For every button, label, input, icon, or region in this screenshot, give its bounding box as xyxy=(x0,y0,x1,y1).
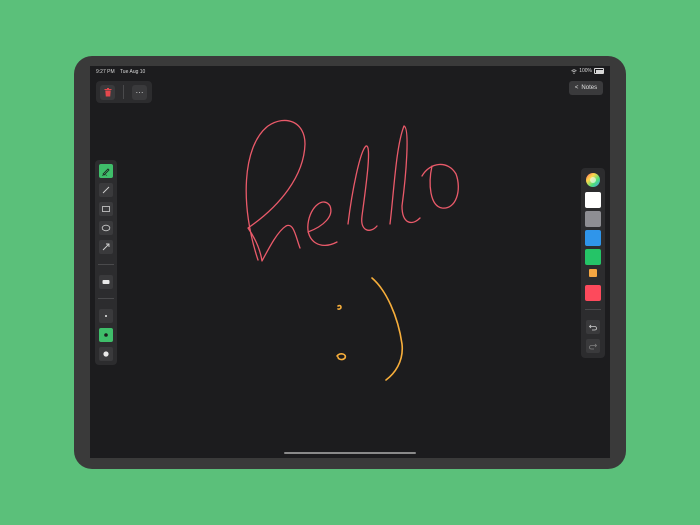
color-swatch-green[interactable] xyxy=(585,249,601,265)
arrow-tool[interactable] xyxy=(99,240,113,254)
color-wheel-icon[interactable] xyxy=(585,172,601,188)
stroke-h xyxy=(245,119,306,262)
drawing-strokes xyxy=(245,119,459,381)
dot-large-icon xyxy=(103,351,109,357)
color-swatch-gray[interactable] xyxy=(585,211,601,227)
stroke-l1 xyxy=(347,145,378,231)
pen-icon xyxy=(101,168,110,176)
size-large[interactable] xyxy=(99,347,113,361)
stroke-l2 xyxy=(389,125,421,225)
line-icon xyxy=(102,186,110,194)
tools-toolbar xyxy=(95,160,117,365)
dot-small-icon xyxy=(105,315,107,317)
toolbar-separator xyxy=(98,264,114,265)
arrow-icon xyxy=(102,243,110,251)
stroke-smile xyxy=(371,277,404,381)
dot-medium-icon xyxy=(104,333,108,337)
color-toolbar xyxy=(581,168,605,358)
color-swatch-red[interactable] xyxy=(585,285,601,301)
toolbar-separator xyxy=(98,298,114,299)
size-medium[interactable] xyxy=(99,328,113,342)
redo-button[interactable] xyxy=(586,339,600,353)
ellipse-icon xyxy=(101,224,111,232)
undo-button[interactable] xyxy=(586,320,600,334)
eraser-icon xyxy=(102,280,110,284)
home-indicator xyxy=(284,452,416,454)
stroke-o xyxy=(421,163,459,209)
stroke-eye-bottom xyxy=(336,353,347,361)
color-swatch-white[interactable] xyxy=(585,192,601,208)
drawing-canvas[interactable]: 9:27 PM Tue Aug 10 100% ··· < Notes xyxy=(90,66,610,458)
pen-tool[interactable] xyxy=(99,164,113,178)
toolbar-separator xyxy=(585,309,601,310)
stroke-e xyxy=(307,201,338,247)
stroke-eye-top xyxy=(337,304,342,310)
color-swatch-blue[interactable] xyxy=(585,230,601,246)
redo-icon xyxy=(589,343,598,350)
ellipse-tool[interactable] xyxy=(99,221,113,235)
eraser-tool[interactable] xyxy=(99,275,113,289)
rectangle-tool[interactable] xyxy=(99,202,113,216)
rectangle-icon xyxy=(102,206,110,212)
color-swatch-orange[interactable] xyxy=(589,269,597,277)
line-tool[interactable] xyxy=(99,183,113,197)
undo-icon xyxy=(588,324,597,331)
size-small[interactable] xyxy=(99,309,113,323)
